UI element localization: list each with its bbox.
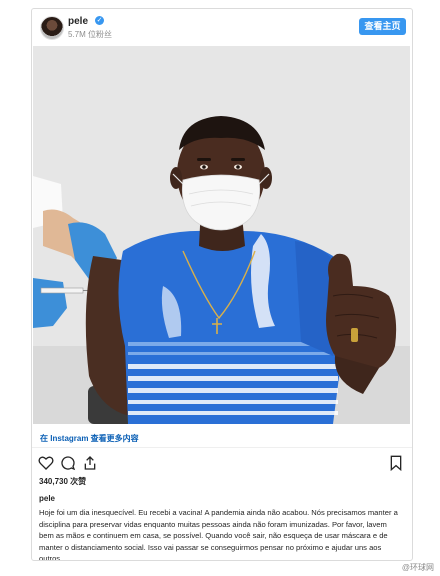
username[interactable]: pele xyxy=(68,16,88,27)
like-count: 340,730 次赞 xyxy=(39,477,87,486)
bookmark-icon[interactable] xyxy=(388,455,404,476)
post-photo[interactable] xyxy=(33,46,410,424)
caption-username[interactable]: pele xyxy=(39,494,55,503)
view-profile-button[interactable]: 查看主页 xyxy=(359,18,406,35)
instagram-embed-card: pele ✓ 5.7M 位粉丝 查看主页 在 Instagram 查看更多内容 … xyxy=(31,8,413,561)
heart-icon[interactable] xyxy=(38,455,54,476)
watermark: @环球网 xyxy=(401,563,434,572)
follower-count: 5.7M 位粉丝 xyxy=(68,30,113,39)
action-bar xyxy=(38,455,406,473)
post-caption: Hoje foi um dia inesquecível. Eu recebi … xyxy=(39,508,398,561)
post-header: pele ✓ 5.7M 位粉丝 查看主页 xyxy=(32,9,412,46)
divider xyxy=(32,447,412,448)
avatar[interactable] xyxy=(40,16,64,40)
comment-icon[interactable] xyxy=(60,455,76,476)
view-more-on-instagram-link[interactable]: 在 Instagram 查看更多内容 xyxy=(40,433,139,444)
vaccination-photo xyxy=(33,46,410,424)
share-icon[interactable] xyxy=(82,455,98,476)
verified-badge-icon: ✓ xyxy=(95,16,104,25)
